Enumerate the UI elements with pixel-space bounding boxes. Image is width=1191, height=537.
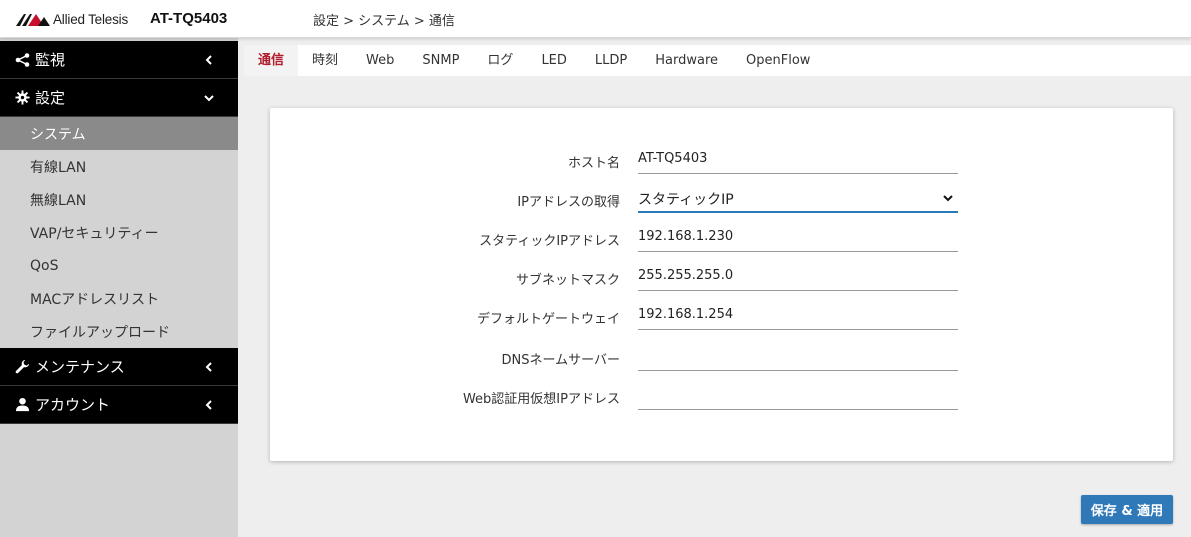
gateway-label: デフォルトゲートウェイ xyxy=(476,312,620,327)
gateway-input[interactable]: 192.168.1.254 xyxy=(638,300,958,330)
tab-led[interactable]: LED xyxy=(527,45,580,76)
tab-openflow[interactable]: OpenFlow xyxy=(732,45,824,76)
sidebar-item-file-upload[interactable]: ファイルアップロード xyxy=(0,315,238,348)
subnet-input[interactable]: 255.255.255.0 xyxy=(638,261,958,291)
sidebar-item-wired-lan[interactable]: 有線LAN xyxy=(0,150,238,183)
chevron-down-icon xyxy=(943,195,953,202)
hostname-row: ホスト名 AT-TQ5403 xyxy=(270,144,1173,174)
tab-bar: 通信 時刻 Web SNMP ログ LED LLDP Hardware Open… xyxy=(244,45,1191,76)
sidebar-group-label: メンテナンス xyxy=(35,358,125,376)
chevron-left-icon xyxy=(205,400,212,410)
breadcrumb: 設定 > システム > 通信 xyxy=(313,14,455,29)
sidebar-group-settings[interactable]: 設定 xyxy=(0,79,238,117)
sidebar-group-account[interactable]: アカウント xyxy=(0,386,238,424)
sidebar-item-qos[interactable]: QoS xyxy=(0,249,238,282)
hostname-label: ホスト名 xyxy=(567,156,620,171)
sidebar-item-vap-security[interactable]: VAP/セキュリティー xyxy=(0,216,238,249)
device-model: AT-TQ5403 xyxy=(150,10,228,27)
static-ip-row: スタティックIPアドレス 192.168.1.230 xyxy=(270,222,1173,252)
sidebar-item-wireless-lan[interactable]: 無線LAN xyxy=(0,183,238,216)
dns-input[interactable] xyxy=(638,341,958,371)
ip-mode-value: スタティックIP xyxy=(638,192,734,208)
web-auth-ip-label: Web認証用仮想IPアドレス xyxy=(462,392,620,407)
tab-hardware[interactable]: Hardware xyxy=(641,45,732,76)
user-icon xyxy=(14,397,30,413)
gear-icon xyxy=(14,90,30,106)
tab-log[interactable]: ログ xyxy=(473,45,527,76)
brand-logo: Allied Telesis xyxy=(16,9,128,29)
chevron-left-icon xyxy=(205,362,212,372)
gateway-row: デフォルトゲートウェイ 192.168.1.254 xyxy=(270,300,1173,330)
tab-lldp[interactable]: LLDP xyxy=(581,45,641,76)
ip-mode-row: IPアドレスの取得 スタティックIP xyxy=(270,183,1173,213)
web-auth-ip-row: Web認証用仮想IPアドレス xyxy=(270,380,1173,410)
dns-label: DNSネームサーバー xyxy=(501,353,620,368)
static-ip-input[interactable]: 192.168.1.230 xyxy=(638,222,958,252)
chevron-left-icon xyxy=(205,55,212,65)
wrench-icon xyxy=(14,359,30,375)
tab-snmp[interactable]: SNMP xyxy=(408,45,473,76)
sidebar-group-maintenance[interactable]: メンテナンス xyxy=(0,348,238,386)
settings-card: ホスト名 AT-TQ5403 IPアドレスの取得 スタティックIP スタティック… xyxy=(270,108,1173,461)
save-apply-button[interactable]: 保存 & 適用 xyxy=(1081,495,1173,524)
sidebar-group-monitor[interactable]: 監視 xyxy=(0,41,238,79)
web-auth-ip-input[interactable] xyxy=(638,380,958,410)
sidebar-group-label: 監視 xyxy=(35,51,66,69)
chevron-down-icon xyxy=(204,95,214,102)
top-header: Allied Telesis AT-TQ5403 設定 > システム > 通信 xyxy=(0,0,1191,38)
sidebar-group-label: 設定 xyxy=(35,89,66,107)
tab-communication[interactable]: 通信 xyxy=(244,45,299,76)
sidebar: 監視 設定 システム 有線LAN 無線LAN VAP/セキュリティー QoS M… xyxy=(0,38,238,537)
share-icon xyxy=(14,52,30,68)
subnet-row: サブネットマスク 255.255.255.0 xyxy=(270,261,1173,291)
dns-row: DNSネームサーバー xyxy=(270,341,1173,371)
hostname-input[interactable]: AT-TQ5403 xyxy=(638,144,958,174)
brand-name: Allied Telesis xyxy=(53,11,128,27)
sidebar-item-mac-list[interactable]: MACアドレスリスト xyxy=(0,282,238,315)
ip-mode-select[interactable]: スタティックIP xyxy=(638,183,958,213)
static-ip-label: スタティックIPアドレス xyxy=(479,234,620,249)
allied-telesis-logo-icon xyxy=(16,14,50,26)
sidebar-item-system[interactable]: システム xyxy=(0,117,238,150)
tab-time[interactable]: 時刻 xyxy=(298,45,352,76)
tab-web[interactable]: Web xyxy=(352,45,408,76)
sidebar-group-label: アカウント xyxy=(35,396,111,414)
ip-mode-label: IPアドレスの取得 xyxy=(517,195,620,210)
subnet-label: サブネットマスク xyxy=(515,273,620,288)
